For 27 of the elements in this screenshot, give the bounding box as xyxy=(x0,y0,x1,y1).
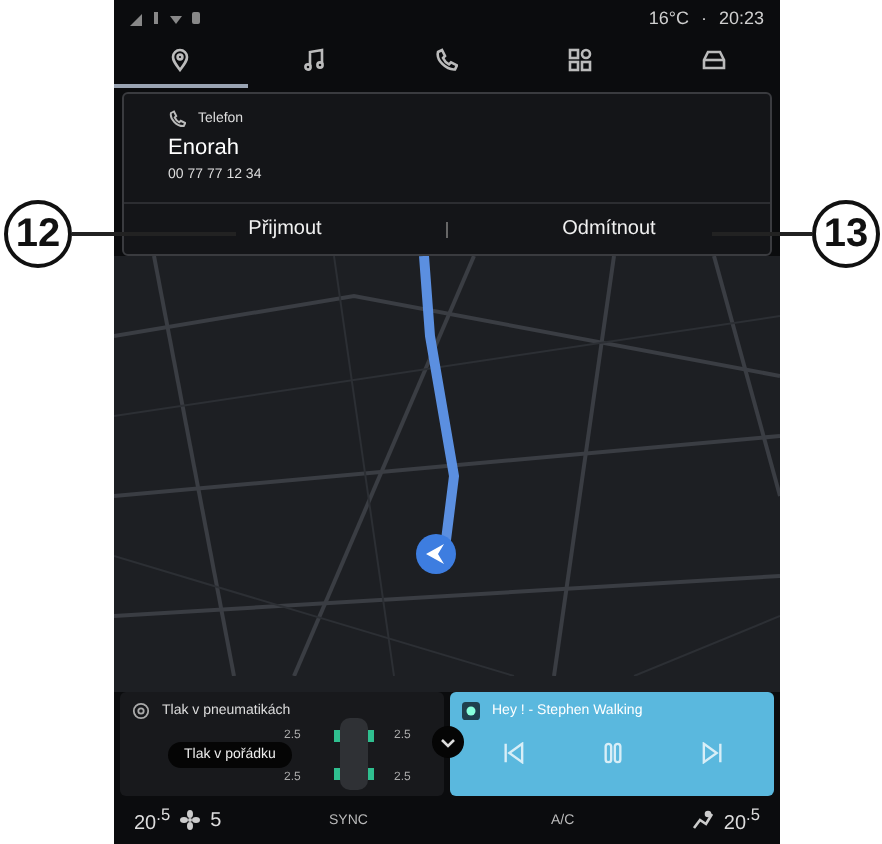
callout-number: 12 xyxy=(4,200,72,268)
reject-button[interactable]: Odmítnout xyxy=(448,204,770,254)
chevron-down-icon xyxy=(439,734,455,750)
clock-time: 20:23 xyxy=(718,8,764,28)
leader-line xyxy=(712,232,812,236)
music-note-icon xyxy=(301,48,326,72)
right-temperature[interactable]: 20$^{.5}$ xyxy=(723,804,760,836)
pause-icon xyxy=(601,742,623,764)
tyre-icon xyxy=(132,702,150,720)
album-art-icon xyxy=(462,702,480,720)
caller-name: Enorah xyxy=(168,136,241,160)
callout-number: 13 xyxy=(812,200,880,268)
phone-icon xyxy=(434,48,459,72)
next-track-button[interactable] xyxy=(701,742,723,764)
previous-icon xyxy=(501,742,523,764)
previous-track-button[interactable] xyxy=(501,742,523,764)
car-top-view-drawing xyxy=(332,716,376,792)
left-temperature[interactable]: 20$^{.5}$ xyxy=(134,804,171,836)
separator-dot: · xyxy=(700,8,707,28)
apps-grid-icon xyxy=(568,48,593,72)
next-icon xyxy=(701,742,723,764)
fan-speed[interactable]: 5 xyxy=(210,809,222,831)
location-pin-icon xyxy=(168,48,193,72)
fan-icon xyxy=(180,810,201,830)
accept-button[interactable]: Přijmout xyxy=(124,204,446,254)
phone-icon xyxy=(168,110,186,128)
outside-temperature: 16°C xyxy=(648,8,689,28)
